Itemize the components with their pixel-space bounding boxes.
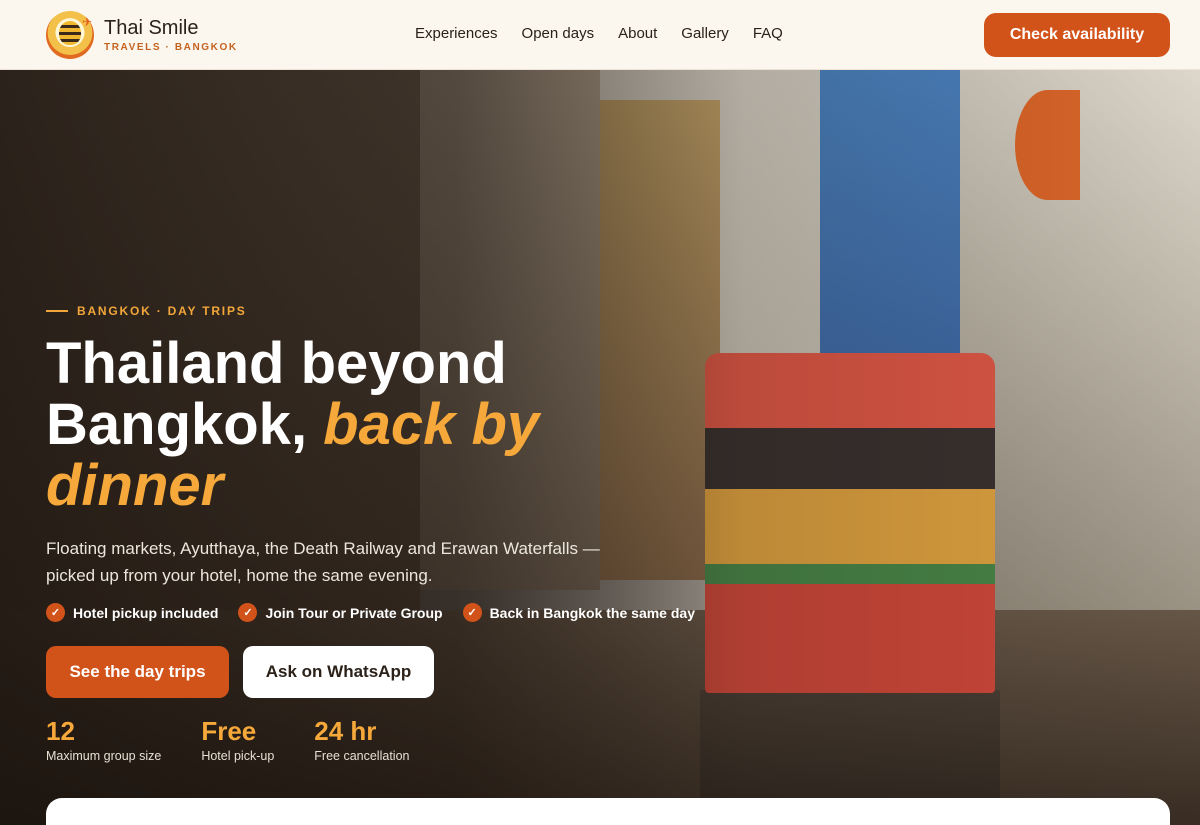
hero-subtitle: Floating markets, Ayutthaya, the Death R… bbox=[46, 539, 600, 585]
headline-line-2: Bangkok, bbox=[46, 392, 324, 457]
feature-item: ✓ Back in Bangkok the same day bbox=[462, 603, 695, 622]
nav-experiences[interactable]: Experiences bbox=[415, 25, 498, 42]
booking-card bbox=[46, 798, 1170, 825]
hero-eyebrow: BANGKOK · DAY TRIPS bbox=[77, 304, 247, 318]
stat-group-size: 12 Maximum group size bbox=[46, 715, 161, 763]
feature-label: Hotel pickup included bbox=[73, 604, 219, 621]
stat-pickup: Free Hotel pick-up bbox=[201, 715, 274, 763]
stat-label: Free cancellation bbox=[314, 749, 410, 763]
check-availability-button[interactable]: Check availability bbox=[984, 13, 1170, 57]
feature-label: Back in Bangkok the same day bbox=[489, 604, 695, 621]
nav-open-days[interactable]: Open days bbox=[522, 25, 595, 42]
hero-headline: Thailand beyond Bangkok, back by dinner bbox=[46, 333, 646, 516]
feature-item: ✓ Join Tour or Private Group bbox=[238, 603, 443, 622]
plane-icon: ✈ bbox=[81, 15, 92, 29]
stat-value: 12 bbox=[46, 716, 75, 746]
feature-list: ✓ Hotel pickup included ✓ Join Tour or P… bbox=[46, 603, 695, 622]
hero-section: BANGKOK · DAY TRIPS Thailand beyond Bang… bbox=[0, 70, 1200, 825]
eyebrow-line bbox=[46, 310, 68, 312]
headline-line-1: Thailand beyond bbox=[46, 331, 507, 396]
bee-icon bbox=[59, 21, 81, 45]
nav-about[interactable]: About bbox=[618, 25, 657, 42]
main-nav: Experiences Open days About Gallery FAQ bbox=[415, 25, 783, 42]
check-icon: ✓ bbox=[238, 603, 258, 622]
stat-value: 24 hr bbox=[314, 716, 377, 746]
stat-value: Free bbox=[201, 716, 257, 746]
brand-name[interactable]: Thai Smile bbox=[104, 17, 198, 40]
check-icon: ✓ bbox=[462, 603, 482, 622]
site-header: ✈ Thai Smile TRAVELS · BANGKOK Experienc… bbox=[0, 0, 1200, 70]
check-icon: ✓ bbox=[46, 603, 65, 622]
stat-label: Maximum group size bbox=[46, 749, 162, 763]
feature-label: Join Tour or Private Group bbox=[265, 604, 443, 621]
brand-logo-icon[interactable]: ✈ bbox=[46, 11, 94, 59]
nav-gallery[interactable]: Gallery bbox=[681, 25, 729, 42]
feature-item: ✓ Hotel pickup included bbox=[46, 603, 218, 622]
stats-row: 12 Maximum group size Free Hotel pick-up… bbox=[46, 715, 409, 763]
stat-cancellation: 24 hr Free cancellation bbox=[314, 715, 409, 763]
brand-tagline: TRAVELS · BANGKOK bbox=[104, 42, 238, 53]
nav-faq[interactable]: FAQ bbox=[753, 25, 783, 42]
see-day-trips-button[interactable]: See the day trips bbox=[46, 646, 229, 698]
whatsapp-button[interactable]: Ask on WhatsApp bbox=[243, 646, 434, 698]
stat-label: Hotel pick-up bbox=[201, 749, 275, 763]
